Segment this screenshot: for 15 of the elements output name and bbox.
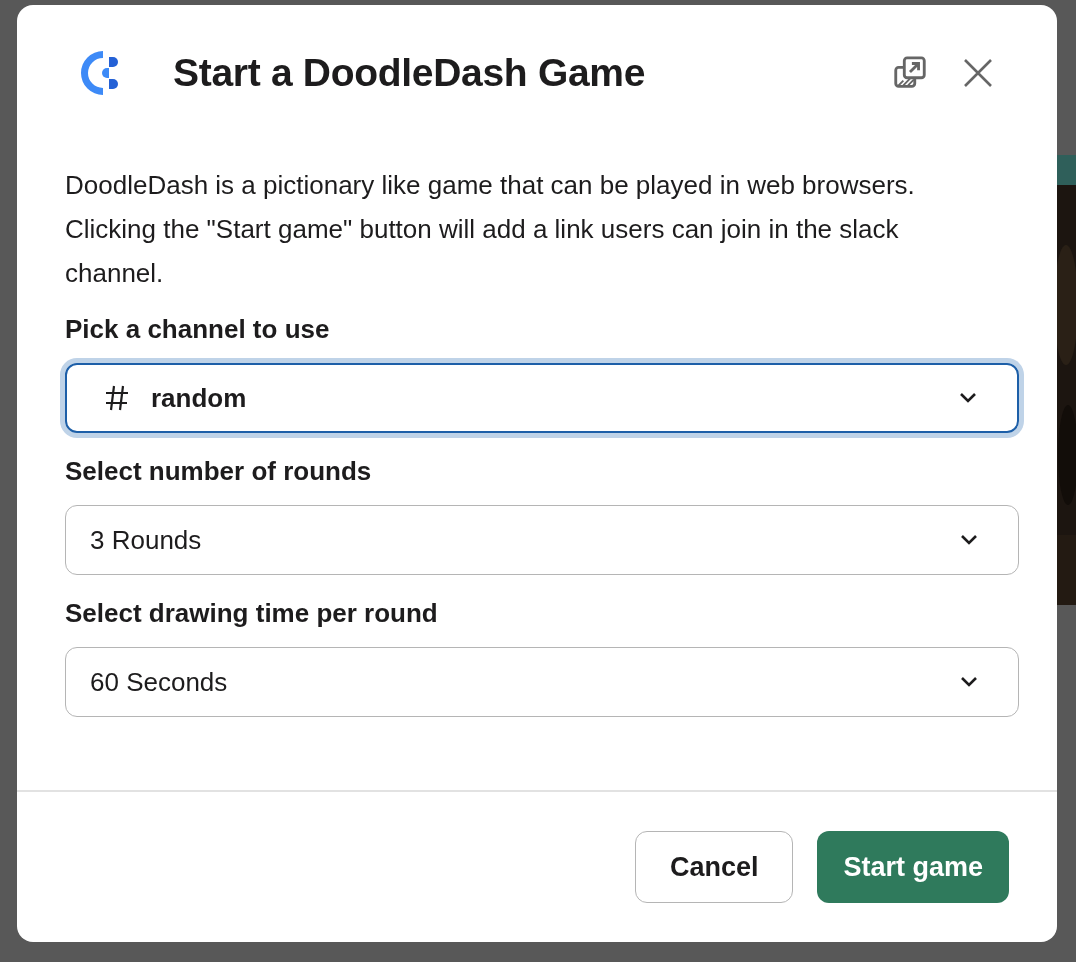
field-label: Select number of rounds xyxy=(65,455,373,488)
select-field[interactable]: 60 Seconds xyxy=(65,647,1019,717)
cancel-button[interactable]: Cancel xyxy=(634,831,794,903)
chevron-down-icon xyxy=(960,676,978,688)
hash-icon xyxy=(105,385,129,411)
close-icon[interactable] xyxy=(963,58,993,88)
chevron-down-icon xyxy=(959,392,977,404)
chevron-down-icon xyxy=(960,534,978,546)
field-label: Pick a channel to use xyxy=(65,313,331,346)
field-label: Select drawing time per round xyxy=(65,597,439,630)
logo-icon xyxy=(79,48,119,98)
dialog-title: Start a DoodleDash Game xyxy=(173,51,647,95)
start-game-button[interactable]: Start game xyxy=(817,831,1009,903)
select-field[interactable]: 3 Rounds xyxy=(65,505,1019,575)
description: DoodleDash is a pictionary like game that can be played in web browsers. Clicking the "Start game" button will add a link users can join in the slack channel. xyxy=(65,169,916,290)
